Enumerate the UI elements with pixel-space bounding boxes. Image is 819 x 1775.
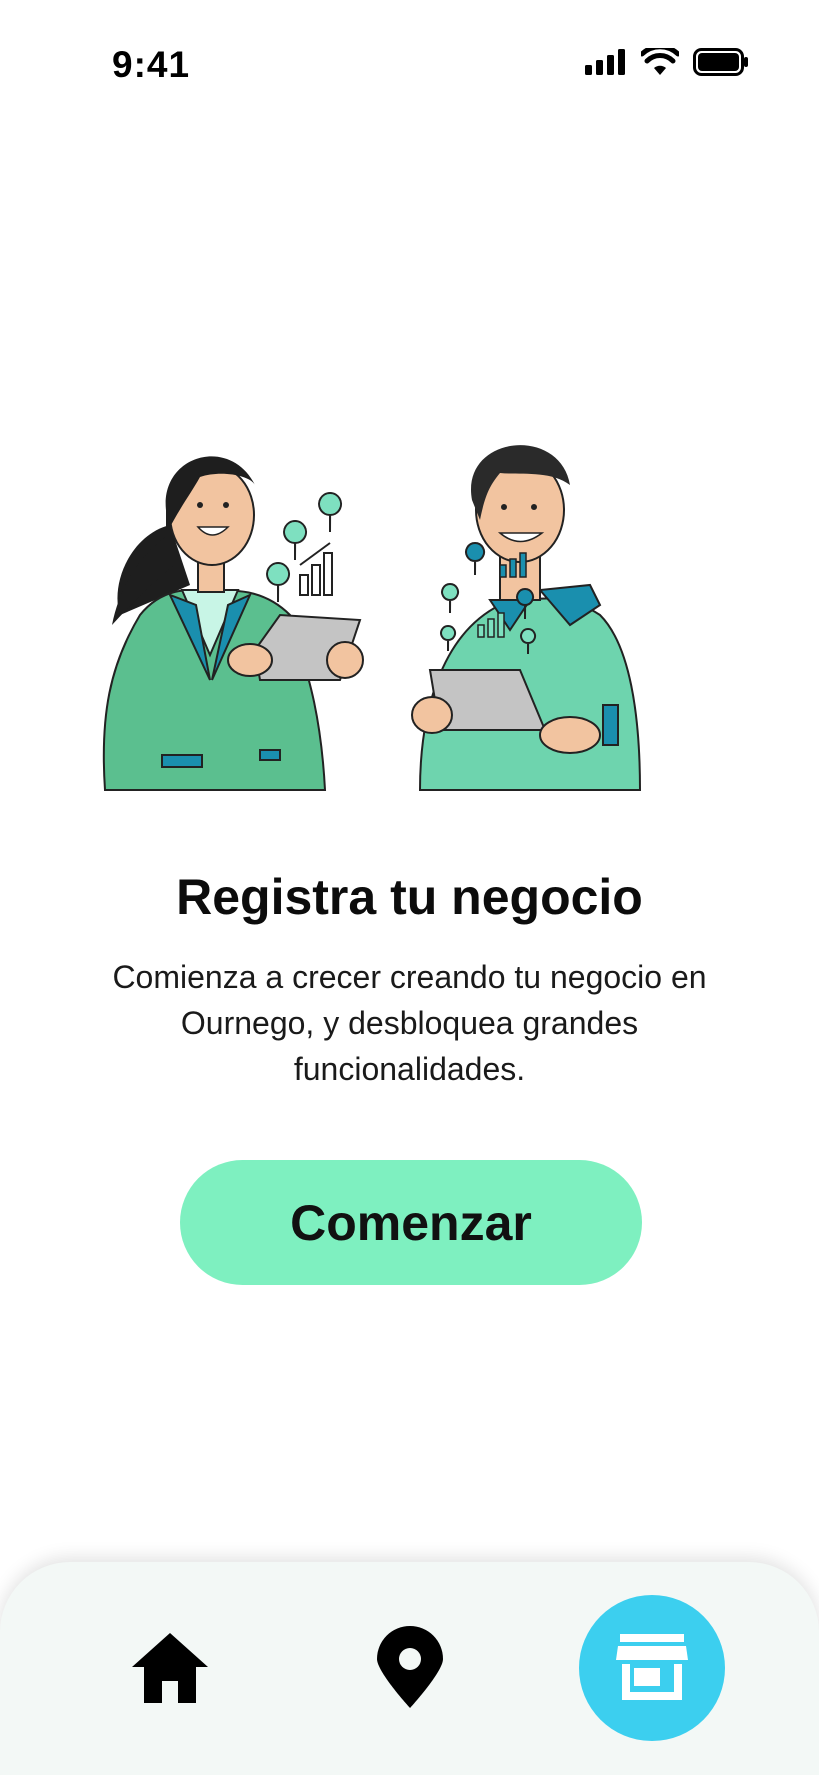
status-time: 9:41 bbox=[112, 44, 191, 85]
data-icons-right bbox=[440, 542, 537, 655]
status-icons bbox=[585, 48, 749, 76]
store-icon bbox=[616, 1634, 688, 1700]
battery-icon bbox=[693, 48, 748, 76]
cellular-signal-icon bbox=[585, 49, 625, 75]
business-people-illustration bbox=[102, 445, 642, 791]
location-pin-icon bbox=[377, 1626, 443, 1708]
data-icons-left bbox=[266, 492, 343, 603]
nav-home[interactable] bbox=[120, 1618, 220, 1718]
nav-store[interactable] bbox=[579, 1595, 725, 1741]
bottom-nav bbox=[0, 1562, 819, 1775]
home-icon bbox=[132, 1633, 208, 1703]
status-bar: 9:41 bbox=[0, 0, 819, 134]
page-title: Registra tu negocio bbox=[176, 869, 643, 925]
start-button[interactable]: Comenzar bbox=[180, 1160, 642, 1285]
nav-map[interactable] bbox=[360, 1618, 460, 1718]
wifi-icon bbox=[641, 48, 679, 75]
page-subtitle: Comienza a crecer creando tu negocio en … bbox=[112, 959, 707, 1087]
